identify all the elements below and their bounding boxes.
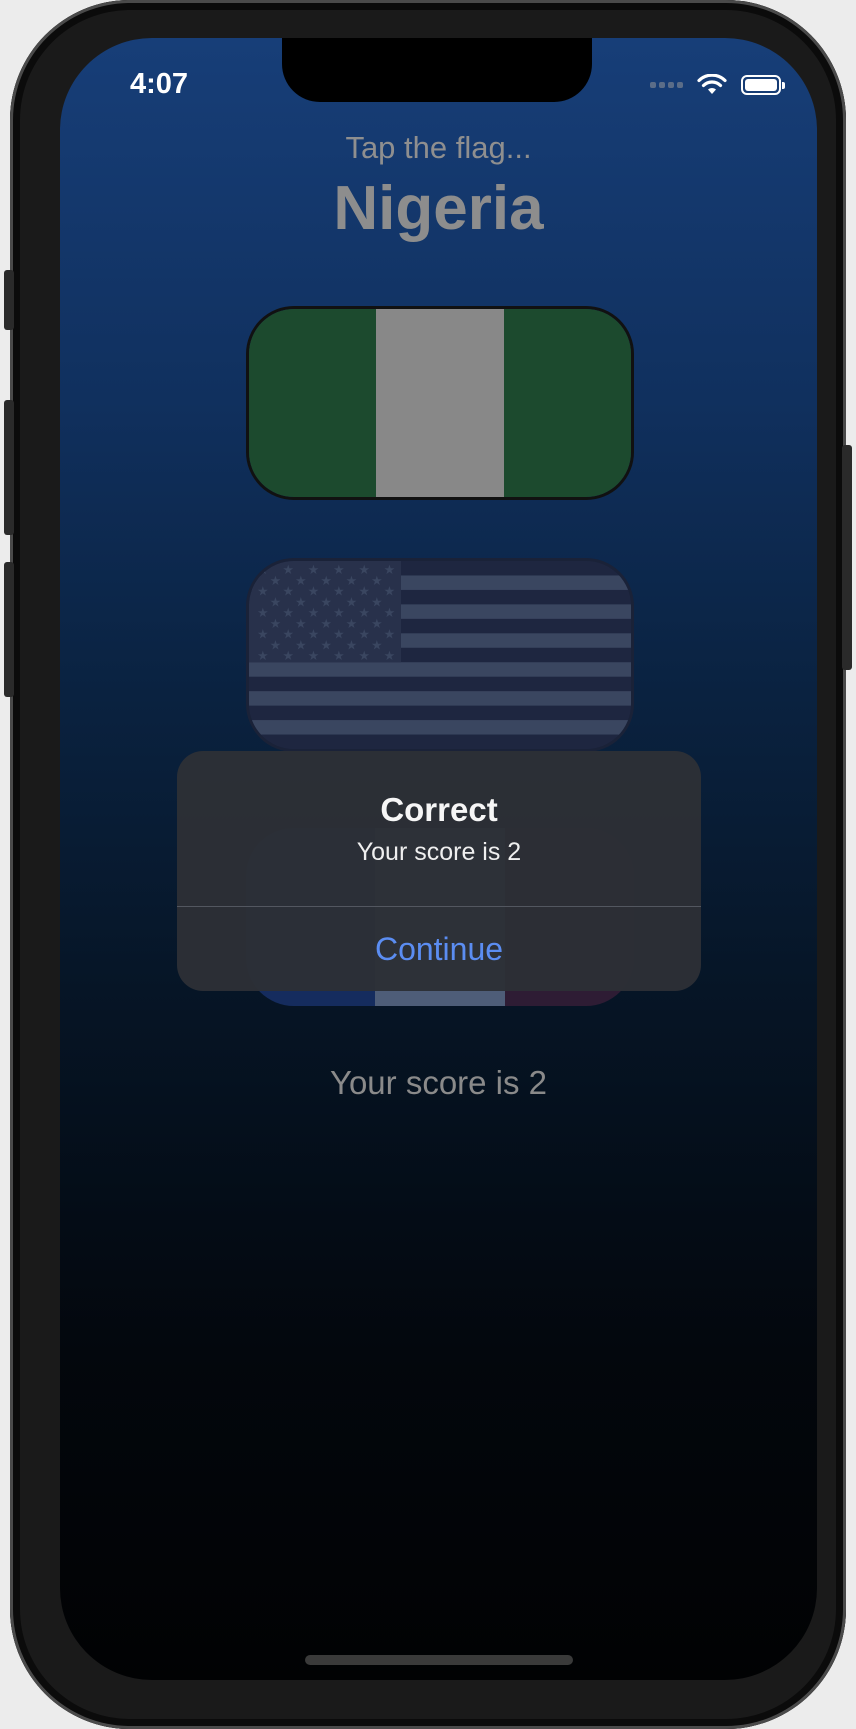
flag-star: ★ bbox=[346, 595, 358, 610]
flag-star: ★ bbox=[358, 606, 370, 621]
country-title: Nigeria bbox=[333, 174, 544, 243]
flag-star: ★ bbox=[384, 563, 396, 578]
flag-star: ★ bbox=[358, 585, 370, 600]
flag-button-usa[interactable]: ★ ★ ★ ★ ★ ★ ★ ★ ★ ★ ★ ★ ★ ★ ★ ★ ★ ★ ★ ★ ★ ★ ★ ★ ★ ★ ★ ★ ★ ★ ★ ★ ★ ★ ★ ★ ★ ★ ★ ★… bbox=[246, 558, 634, 752]
flag-star: ★ bbox=[384, 628, 396, 643]
flag-star: ★ bbox=[333, 585, 345, 600]
flag-star: ★ bbox=[308, 649, 320, 664]
flag-star: ★ bbox=[257, 649, 269, 664]
flag-star: ★ bbox=[308, 606, 320, 621]
flag-star: ★ bbox=[346, 617, 358, 632]
flag-star: ★ bbox=[295, 574, 307, 589]
alert-dialog: Correct Your score is 2 Continue bbox=[177, 751, 701, 991]
flag-button-nigeria[interactable] bbox=[246, 306, 634, 500]
flag-star: ★ bbox=[257, 606, 269, 621]
mute-switch bbox=[4, 270, 14, 330]
flag-star: ★ bbox=[308, 628, 320, 643]
prompt-text: Tap the flag... bbox=[345, 130, 532, 165]
flag-star: ★ bbox=[282, 649, 294, 664]
flag-star: ★ bbox=[358, 628, 370, 643]
flag-star: ★ bbox=[320, 574, 332, 589]
flag-stripe bbox=[249, 662, 631, 678]
battery-icon bbox=[741, 75, 785, 95]
flag-star: ★ bbox=[320, 638, 332, 653]
continue-button[interactable]: Continue bbox=[177, 907, 701, 991]
score-label: Your score is 2 bbox=[329, 1064, 548, 1101]
flag-stripe bbox=[249, 720, 631, 736]
status-time: 4:07 bbox=[130, 68, 189, 100]
flag-stripe bbox=[249, 676, 631, 692]
screen: 4:07 Tap the flag... Nigeria ★ ★ ★ ★ ★ ★ ★ ★ ★ ★ ★… bbox=[60, 38, 817, 1680]
flag-star: ★ bbox=[333, 606, 345, 621]
flag-star: ★ bbox=[282, 606, 294, 621]
flag-star: ★ bbox=[333, 563, 345, 578]
flag-star: ★ bbox=[371, 638, 383, 653]
flag-star: ★ bbox=[308, 563, 320, 578]
flag-star: ★ bbox=[333, 628, 345, 643]
flag-star: ★ bbox=[346, 574, 358, 589]
phone-frame: 4:07 Tap the flag... Nigeria ★ ★ ★ ★ ★ ★ ★ ★ ★ ★ ★… bbox=[4, 0, 852, 1729]
flag-star: ★ bbox=[384, 585, 396, 600]
flag-stripe bbox=[249, 734, 631, 749]
volume-up-button bbox=[4, 400, 14, 535]
flag-star: ★ bbox=[257, 628, 269, 643]
flag-star: ★ bbox=[358, 563, 370, 578]
status-icons bbox=[650, 74, 785, 96]
flag-star: ★ bbox=[270, 638, 282, 653]
home-indicator[interactable] bbox=[305, 1655, 573, 1665]
flag-star: ★ bbox=[295, 617, 307, 632]
flag-star: ★ bbox=[371, 617, 383, 632]
alert-title: Correct bbox=[380, 791, 498, 828]
flag-star: ★ bbox=[295, 595, 307, 610]
flag-star: ★ bbox=[333, 649, 345, 664]
notch bbox=[282, 38, 592, 102]
wifi-icon bbox=[697, 74, 727, 94]
flag-star: ★ bbox=[257, 585, 269, 600]
alert-message: Your score is 2 bbox=[356, 838, 522, 866]
flag-star: ★ bbox=[282, 563, 294, 578]
flag-star: ★ bbox=[270, 574, 282, 589]
flag-stripe bbox=[249, 705, 631, 721]
flag-star: ★ bbox=[270, 595, 282, 610]
flag-star: ★ bbox=[282, 628, 294, 643]
cellular-signal-icon bbox=[650, 82, 683, 88]
flag-star: ★ bbox=[295, 638, 307, 653]
flag-stripe bbox=[249, 691, 631, 707]
flag-star: ★ bbox=[270, 617, 282, 632]
power-button bbox=[842, 445, 852, 670]
flag-star: ★ bbox=[371, 595, 383, 610]
flag-star: ★ bbox=[282, 585, 294, 600]
flag-star: ★ bbox=[346, 638, 358, 653]
flag-stripe-green-left bbox=[249, 309, 377, 497]
flag-star: ★ bbox=[320, 595, 332, 610]
flag-star: ★ bbox=[358, 649, 370, 664]
flag-star: ★ bbox=[257, 563, 269, 578]
volume-down-button bbox=[4, 562, 14, 697]
flag-star: ★ bbox=[384, 649, 396, 664]
flag-star: ★ bbox=[371, 574, 383, 589]
flag-stripe-white bbox=[376, 309, 504, 497]
flag-star: ★ bbox=[308, 585, 320, 600]
flag-star: ★ bbox=[384, 606, 396, 621]
flag-stripe-green-right bbox=[503, 309, 631, 497]
flag-star: ★ bbox=[320, 617, 332, 632]
usa-flag-image: ★ ★ ★ ★ ★ ★★ ★ ★ ★ ★★ ★ ★ ★ ★ ★★ ★ ★ ★ ★★ ★ ★ ★ ★ ★★ ★ ★ ★ ★★ ★ ★ ★ ★ ★★… bbox=[249, 561, 631, 749]
